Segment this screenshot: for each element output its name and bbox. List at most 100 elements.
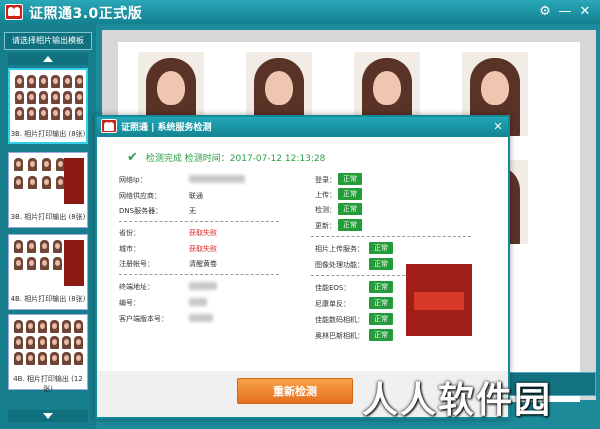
city-label: 城市： [119,245,140,253]
status-badge: 正常 [369,258,393,270]
status-badge: 正常 [338,219,362,231]
dialog-titlebar: 证照通 | 系统服务检测 ✕ [97,117,508,137]
mini-photo [14,158,23,171]
mini-photo [27,107,36,120]
account-label: 注册帐号： [119,260,154,268]
mini-photo [27,75,36,88]
template-item-1[interactable]: 3B. 相片打印输出 (8张) [8,68,88,144]
mini-red-photo [64,240,84,286]
mini-photo [40,240,49,253]
divider [311,236,471,237]
dialog-close-button[interactable]: ✕ [491,120,505,134]
mini-photo [51,107,60,120]
mini-photo [39,91,48,104]
mini-photo [62,320,71,333]
watermark-text: 人人软件园 [362,380,553,421]
mini-photo [14,257,23,270]
service-label: 奥林巴斯相机： [315,332,364,340]
service-label: 图像处理功能： [315,261,364,269]
app-titlebar: 证照通3.0正式版 ⚙ — ✕ [0,0,600,24]
template-preview [12,318,84,370]
service-label: 佳能EOS： [315,284,351,292]
mini-photo [75,91,83,104]
mini-photo [38,336,47,349]
mini-photo [38,352,47,365]
dns-value: 无 [189,207,196,215]
service-label: 检测： [315,206,336,214]
ip-label: 网络Ip： [119,176,147,184]
terminal-label: 终端地址： [119,283,154,291]
mini-photo [53,257,62,270]
divider [119,221,279,222]
mini-photo [63,107,72,120]
mini-photo [42,158,51,171]
status-text: 检测完成 检测时间：2017-07-12 12:13:28 [145,154,326,164]
template-label: 3B. 相片打印输出 (8张) [10,213,86,221]
service-label: 相片上传服务： [315,245,364,253]
mini-photo [14,336,23,349]
mini-photo [28,158,37,171]
template-preview [12,238,84,290]
status-badge: 正常 [369,329,393,341]
mini-photo [42,176,51,189]
isp-label: 网络供应商： [119,192,161,200]
template-preview [12,156,84,208]
mini-photo [15,107,24,120]
status-badge: 正常 [369,297,393,309]
service-label: 上传： [315,191,336,199]
mini-photo [38,320,47,333]
service-label: 佳能数码相机： [315,316,364,324]
mini-photo [28,176,37,189]
status-badge: 正常 [369,313,393,325]
mini-photo [14,240,23,253]
mini-photo [26,352,35,365]
close-button[interactable]: ✕ [576,3,594,20]
code-label: 编号： [119,299,140,307]
mini-photo [40,257,49,270]
mini-photo [26,320,35,333]
client-version-label: 客户端版本号： [119,315,168,323]
mini-photo [50,336,59,349]
status-badge: 正常 [338,188,362,200]
mini-red-photo [64,158,84,204]
mini-photo [63,75,72,88]
terminal-value-redacted [189,282,217,290]
province-value: 获取失败 [189,229,217,237]
mini-photo [14,352,23,365]
mini-photo [39,75,48,88]
template-label: 3B. 相片打印输出 (8张) [10,130,86,138]
isp-value: 联通 [189,192,203,200]
mini-photo [62,336,71,349]
template-panel-header: 请选择相片输出模板 [4,32,92,50]
status-badge: 正常 [369,242,393,254]
status-line: ✔ 检测完成 检测时间：2017-07-12 12:13:28 [127,150,325,165]
status-badge: 正常 [369,281,393,293]
mini-photo [74,336,83,349]
province-label: 省份： [119,229,140,237]
mini-photo [15,91,24,104]
mini-photo [27,240,36,253]
recheck-button[interactable]: 重新检测 [237,378,353,404]
mini-photo [27,91,36,104]
template-label: 4B. 相片打印输出 (8张) [10,295,86,303]
account-value: 清醒黄卷 [189,260,217,268]
template-item-4[interactable]: 4B. 相片打印输出 (12张) [8,314,88,393]
mini-photo [75,75,83,88]
mini-photo [14,320,23,333]
scroll-down-arrow-icon[interactable] [8,410,88,422]
mini-photo [75,107,83,120]
template-item-2[interactable]: 3B. 相片打印输出 (8张) [8,152,88,228]
template-label: 4B. 相片打印输出 (12张) [13,375,83,393]
mini-photo [51,91,60,104]
status-badge: 正常 [338,173,362,185]
status-badge: 正常 [338,203,362,215]
settings-gear-icon[interactable]: ⚙ [536,3,554,20]
mini-photo [26,336,35,349]
dialog-title: 证照通 | 系统服务检测 [121,123,212,133]
city-value: 获取失败 [189,245,217,253]
minimize-button[interactable]: — [556,3,574,20]
mini-photo [74,320,83,333]
scroll-up-arrow-icon[interactable] [8,53,88,65]
template-item-3[interactable]: 4B. 相片打印输出 (8张) [8,234,88,310]
ip-value-redacted [189,175,245,183]
